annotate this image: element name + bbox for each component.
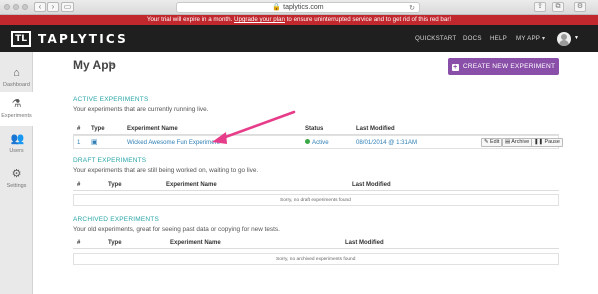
nav-my-app[interactable]: MY APP ▾ bbox=[516, 35, 545, 42]
sidebar-item-dashboard[interactable]: ⌂ Dashboard bbox=[0, 61, 33, 95]
archived-header-type: Type bbox=[108, 240, 122, 246]
draft-header-type: Type bbox=[108, 182, 122, 188]
zoom-window-icon[interactable] bbox=[22, 4, 28, 10]
archived-section-title: ARCHIVED EXPERIMENTS bbox=[73, 216, 159, 223]
sidebar-item-settings[interactable]: ⚙ Settings bbox=[0, 162, 33, 196]
edit-button[interactable]: ✎ Edit bbox=[481, 138, 503, 147]
create-experiment-label: CREATE NEW EXPERIMENT bbox=[462, 63, 556, 70]
address-text: taplytics.com bbox=[283, 4, 324, 11]
edit-icon: ✎ bbox=[484, 139, 489, 145]
sidebar-item-experiments[interactable]: ⚗ Experiments bbox=[0, 92, 34, 126]
share-icon[interactable]: ⇪ bbox=[534, 2, 546, 12]
archive-label: Archive bbox=[511, 139, 530, 145]
browser-toolbar: ‹ › ▭ 🔒 taplytics.com ↻ ⇪ ⧉ ⚙ bbox=[0, 0, 598, 15]
experiment-number: 1 bbox=[77, 139, 81, 146]
lock-icon: 🔒 bbox=[272, 4, 282, 11]
nav-my-app-label: MY APP bbox=[516, 35, 541, 42]
users-icon: 👥 bbox=[10, 133, 25, 145]
chevron-down-icon: ▾ bbox=[541, 35, 546, 42]
experiment-status: Active bbox=[305, 139, 329, 146]
sidebar-item-users[interactable]: 👥 Users bbox=[0, 127, 33, 161]
create-experiment-button[interactable]: + CREATE NEW EXPERIMENT bbox=[448, 58, 559, 75]
image-type-icon: ▣ bbox=[91, 139, 98, 146]
address-bar[interactable]: 🔒 taplytics.com ↻ bbox=[176, 2, 420, 13]
sidebar-toggle-icon[interactable]: ▭ bbox=[61, 2, 74, 12]
pause-icon: ❚❚ bbox=[534, 139, 544, 145]
nav-help[interactable]: HELP bbox=[490, 35, 507, 42]
forward-icon[interactable]: › bbox=[47, 2, 59, 12]
draft-header-divider bbox=[73, 190, 559, 191]
nav-docs[interactable]: DOCS bbox=[463, 35, 482, 42]
minimize-window-icon[interactable] bbox=[13, 4, 19, 10]
pause-label: Pause bbox=[544, 139, 560, 145]
logo-mark[interactable]: TL bbox=[11, 31, 31, 47]
trial-banner: Your trial will expire in a month. Upgra… bbox=[0, 15, 598, 25]
annotation-arrow bbox=[212, 110, 296, 144]
archived-empty-text: Sorry, no archived experiments found bbox=[276, 257, 356, 262]
draft-empty-text: Sorry, no draft experiments found bbox=[280, 198, 351, 203]
active-header-type: Type bbox=[91, 126, 105, 132]
archive-icon: ▤ bbox=[505, 139, 511, 145]
draft-header-num: # bbox=[77, 182, 81, 188]
archived-section-desc: Your old experiments, great for seeing p… bbox=[73, 226, 280, 233]
status-label: Active bbox=[312, 139, 329, 146]
archived-header-num: # bbox=[77, 240, 81, 246]
nav-quickstart[interactable]: QUICKSTART bbox=[415, 35, 456, 42]
draft-header-modified: Last Modified bbox=[352, 182, 391, 188]
trial-text-before: Your trial will expire in a month. bbox=[146, 16, 233, 23]
archived-header-divider bbox=[73, 248, 559, 249]
experiment-modified: 08/01/2014 @ 1:31AM bbox=[356, 139, 418, 146]
reload-icon[interactable]: ↻ bbox=[409, 4, 415, 14]
gear-icon: ⚙ bbox=[11, 168, 22, 180]
active-section-desc: Your experiments that are currently runn… bbox=[73, 106, 209, 113]
home-icon: ⌂ bbox=[13, 67, 20, 79]
draft-section-desc: Your experiments that are still being wo… bbox=[73, 167, 259, 174]
pause-button[interactable]: ❚❚ Pause bbox=[531, 138, 563, 147]
draft-section-title: DRAFT EXPERIMENTS bbox=[73, 157, 147, 164]
active-header-status: Status bbox=[305, 126, 324, 132]
sidebar-label-dashboard: Dashboard bbox=[3, 82, 30, 88]
draft-header-name: Experiment Name bbox=[166, 182, 217, 188]
plus-icon: + bbox=[451, 64, 459, 71]
logo-text[interactable]: TAPLYTICS bbox=[38, 32, 128, 46]
active-header-num: # bbox=[77, 126, 81, 132]
extensions-icon[interactable]: ⚙ bbox=[574, 2, 586, 12]
archived-header-name: Experiment Name bbox=[170, 240, 221, 246]
active-header-name: Experiment Name bbox=[127, 126, 178, 132]
upgrade-link[interactable]: Upgrade your plan bbox=[234, 16, 285, 23]
sidebar-label-settings: Settings bbox=[6, 183, 27, 189]
archived-header-modified: Last Modified bbox=[345, 240, 384, 246]
edit-title-icon[interactable]: ✎ bbox=[108, 60, 115, 69]
edit-label: Edit bbox=[490, 139, 500, 145]
trial-text-after: to ensure uninterrupted service and to g… bbox=[286, 16, 452, 23]
back-icon[interactable]: ‹ bbox=[34, 2, 46, 12]
archive-button[interactable]: ▤ Archive bbox=[502, 138, 533, 147]
active-section-title: ACTIVE EXPERIMENTS bbox=[73, 96, 149, 103]
experiment-name-link[interactable]: Wicked Awesome Fun Experiment bbox=[127, 139, 220, 146]
flask-icon: ⚗ bbox=[11, 98, 22, 110]
active-header-modified: Last Modified bbox=[356, 126, 395, 132]
top-navigation: TL TAPLYTICS QUICKSTART DOCS HELP MY APP… bbox=[0, 25, 598, 52]
sidebar-label-experiments: Experiments bbox=[1, 113, 32, 119]
avatar-caret-icon[interactable]: ▼ bbox=[574, 35, 579, 41]
active-dot-icon bbox=[305, 139, 310, 144]
close-window-icon[interactable] bbox=[4, 4, 10, 10]
tabs-icon[interactable]: ⧉ bbox=[552, 2, 564, 12]
sidebar-label-users: Users bbox=[9, 148, 24, 154]
avatar[interactable] bbox=[557, 32, 571, 46]
